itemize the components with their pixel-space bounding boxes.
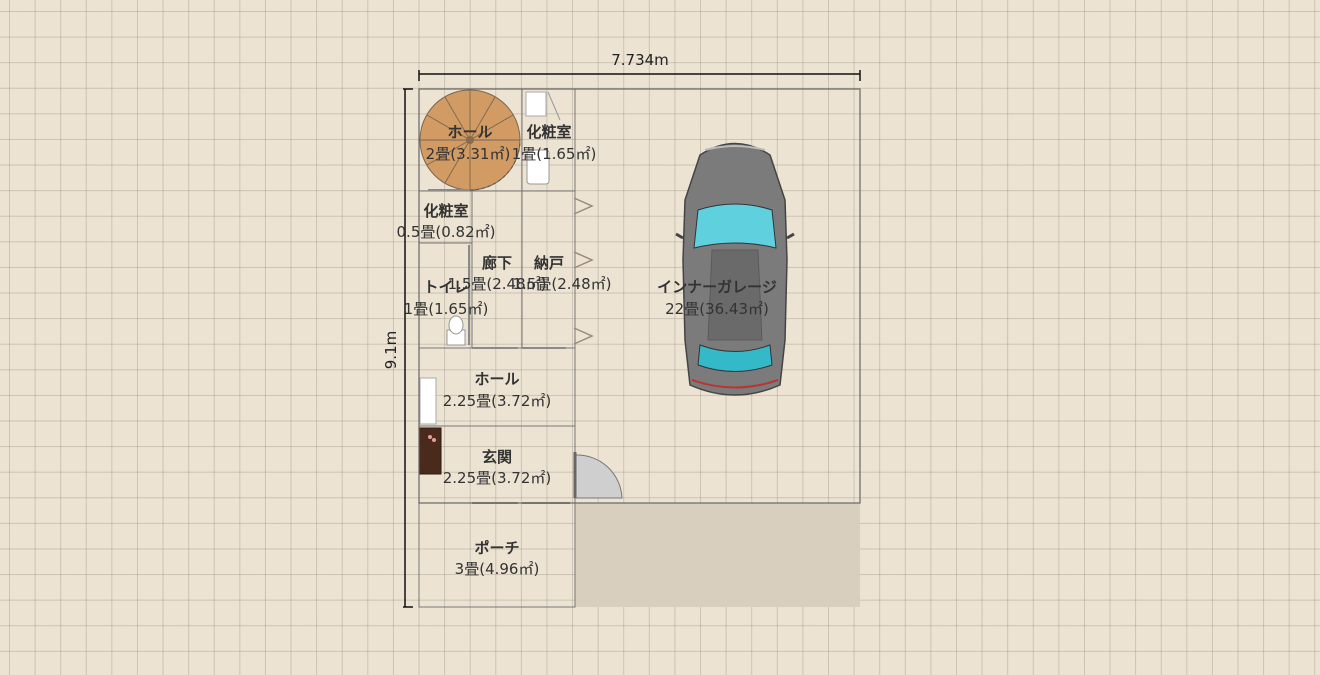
room-name: ポーチ: [474, 539, 519, 557]
room-label-storage: 納戸 1.5畳(2.48㎡): [513, 254, 612, 293]
room-name: 玄関: [482, 448, 512, 466]
hall-cabinet: [419, 377, 437, 425]
garage-door: [573, 452, 623, 499]
room-area: 1畳(1.65㎡): [404, 300, 489, 318]
room-name: ホール: [474, 370, 519, 388]
height-dimension: 9.1m: [382, 88, 413, 608]
shoe-cabinet: [418, 427, 442, 475]
room-label-hall-middle: ホール 2.25畳(3.72㎡): [443, 370, 552, 410]
room-name: インナーガレージ: [657, 278, 777, 296]
storage-folding-doors: [573, 197, 594, 345]
width-dimension: 7.734m: [418, 51, 861, 81]
room-area: 0.5畳(0.82㎡): [397, 223, 496, 241]
room-name: 化粧室: [423, 202, 468, 220]
toilet-fixture: [446, 315, 466, 346]
room-area: 22畳(36.43㎡): [665, 300, 769, 318]
driveway: [575, 503, 860, 607]
room-label-powder-room-small: 化粧室 0.5畳(0.82㎡): [397, 202, 496, 241]
room-area: 2.25畳(3.72㎡): [443, 469, 552, 487]
room-label-powder-room-top: 化粧室 1畳(1.65㎡): [512, 123, 597, 163]
car-icon: [675, 142, 795, 396]
room-name: トイレ: [423, 278, 468, 296]
room-area: 3畳(4.96㎡): [455, 560, 540, 578]
floor-plan: 7.734m 9.1m ホール 2畳(3.31㎡) 化粧室 1畳(1.65㎡) …: [382, 51, 861, 608]
room-area: 1畳(1.65㎡): [512, 145, 597, 163]
room-label-entrance: 玄関 2.25畳(3.72㎡): [443, 448, 552, 487]
room-name: ホール: [447, 123, 492, 141]
room-area: 2畳(3.31㎡): [426, 145, 511, 163]
room-area: 1.5畳(2.48㎡): [513, 275, 612, 293]
width-label: 7.734m: [611, 51, 669, 69]
room-name: 化粧室: [526, 123, 571, 141]
room-label-porch: ポーチ 3畳(4.96㎡): [455, 539, 540, 578]
room-name: 納戸: [534, 254, 564, 272]
room-area: 2.25畳(3.72㎡): [443, 392, 552, 410]
height-label: 9.1m: [382, 331, 400, 369]
room-name: 廊下: [482, 254, 512, 272]
